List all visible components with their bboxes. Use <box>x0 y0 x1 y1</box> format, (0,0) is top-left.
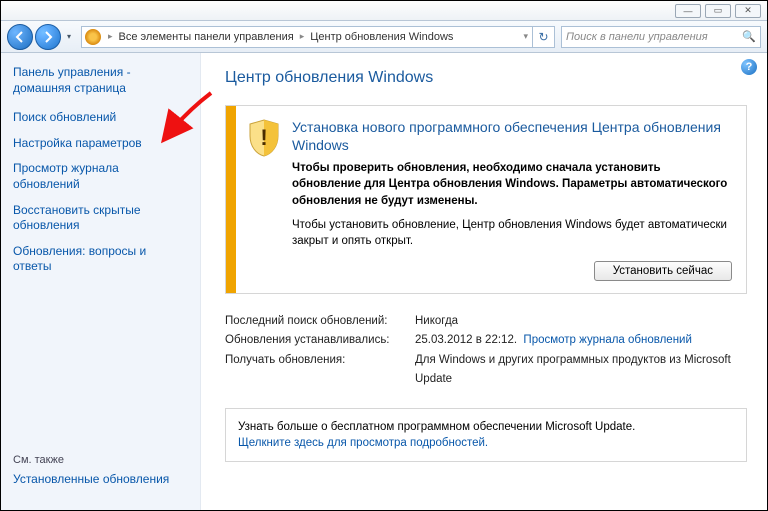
alert-panel: ! Установка нового программного обеспече… <box>225 105 747 294</box>
nav-history-dropdown[interactable]: ▾ <box>63 28 75 46</box>
titlebar: — ▭ ✕ <box>1 1 767 21</box>
info-label: Последний поиск обновлений: <box>225 312 415 332</box>
info-row-installed: Обновления устанавливались: 25.03.2012 в… <box>225 331 747 351</box>
breadcrumb-seg-1[interactable]: Все элементы панели управления <box>117 31 296 43</box>
help-icon[interactable]: ? <box>741 59 757 75</box>
info-label: Получать обновления: <box>225 351 415 390</box>
alert-title: Установка нового программного обеспечени… <box>292 118 732 154</box>
install-now-button[interactable]: Установить сейчас <box>594 261 732 281</box>
history-link[interactable]: Просмотр журнала обновлений <box>523 334 691 346</box>
sidebar-seealso-label: См. также <box>13 454 188 466</box>
alert-stripe <box>226 106 236 293</box>
info-value: 25.03.2012 в 22:12. Просмотр журнала обн… <box>415 331 747 351</box>
search-icon: 🔍 <box>742 30 756 43</box>
svg-text:!: ! <box>260 125 267 150</box>
control-panel-icon <box>85 29 101 45</box>
sidebar-link-restore-hidden[interactable]: Восстановить скрытые обновления <box>13 203 188 234</box>
maximize-button[interactable]: ▭ <box>705 4 731 18</box>
minimize-button[interactable]: — <box>675 4 701 18</box>
forward-button[interactable] <box>35 24 61 50</box>
sidebar-link-history[interactable]: Просмотр журнала обновлений <box>13 161 188 192</box>
msupdate-details-link[interactable]: Щелкните здесь для просмотра подробносте… <box>238 435 734 451</box>
page-title: Центр обновления Windows <box>225 69 747 87</box>
sidebar-home-link[interactable]: Панель управления - домашняя страница <box>13 65 188 96</box>
chevron-right-icon: ▸ <box>104 31 117 42</box>
shield-warning-icon: ! <box>246 118 282 158</box>
sidebar-link-faq[interactable]: Обновления: вопросы и ответы <box>13 244 188 275</box>
info-row-last-check: Последний поиск обновлений: Никогда <box>225 312 747 332</box>
navbar: ▾ ▸ Все элементы панели управления ▸ Цен… <box>1 21 767 53</box>
search-placeholder: Поиск в панели управления <box>566 31 708 43</box>
msupdate-text: Узнать больше о бесплатном программном о… <box>238 421 635 433</box>
sidebar-link-settings[interactable]: Настройка параметров <box>13 136 188 152</box>
breadcrumb[interactable]: ▸ Все элементы панели управления ▸ Центр… <box>81 26 555 48</box>
breadcrumb-seg-2[interactable]: Центр обновления Windows <box>308 31 455 43</box>
refresh-button[interactable]: ↻ <box>532 26 554 48</box>
sidebar-link-installed-updates[interactable]: Установленные обновления <box>13 472 188 488</box>
back-button[interactable] <box>7 24 33 50</box>
info-grid: Последний поиск обновлений: Никогда Обно… <box>225 312 747 390</box>
sidebar: Панель управления - домашняя страница По… <box>1 53 201 510</box>
info-value: Для Windows и других программных продукт… <box>415 351 747 390</box>
close-button[interactable]: ✕ <box>735 4 761 18</box>
info-row-receive: Получать обновления: Для Windows и други… <box>225 351 747 390</box>
msupdate-panel: Узнать больше о бесплатном программном о… <box>225 408 747 462</box>
alert-plain-text: Чтобы установить обновление, Центр обнов… <box>292 217 732 249</box>
chevron-right-icon: ▸ <box>296 31 309 42</box>
main-content: ? Центр обновления Windows ! Установка н… <box>201 53 767 510</box>
alert-bold-text: Чтобы проверить обновления, необходимо с… <box>292 160 732 208</box>
info-value: Никогда <box>415 312 747 332</box>
info-label: Обновления устанавливались: <box>225 331 415 351</box>
breadcrumb-dropdown[interactable]: ▾ <box>519 31 532 42</box>
sidebar-link-search-updates[interactable]: Поиск обновлений <box>13 110 188 126</box>
search-input[interactable]: Поиск в панели управления 🔍 <box>561 26 761 48</box>
